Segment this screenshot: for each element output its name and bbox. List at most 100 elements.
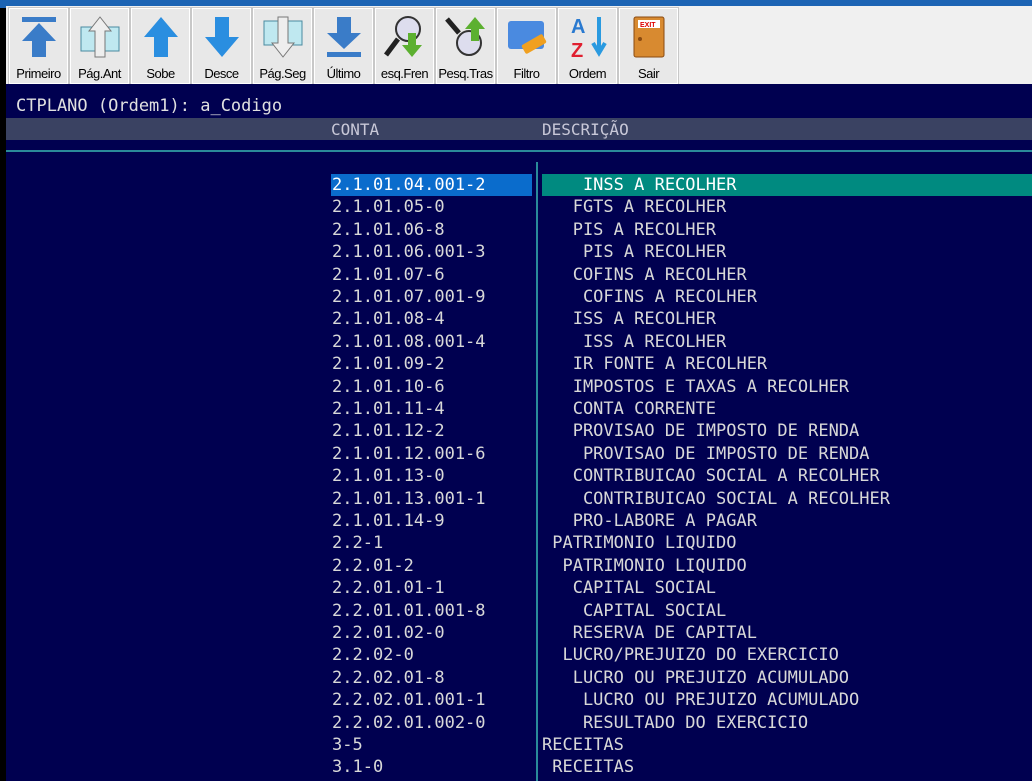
table-row[interactable]: 3.1-0 RECEITAS [6,756,1032,778]
cell-descricao: CONTRIBUICAO SOCIAL A RECOLHER [542,466,880,487]
cell-conta: 2.1.01.06.001-3 [332,242,486,263]
search-back-icon [444,17,485,56]
table-row[interactable]: 2.2.01.02-0 RESERVA DE CAPITAL [6,622,1032,644]
cell-conta: 2.2.02-0 [332,645,414,666]
cell-descricao: RECEITAS [542,735,624,755]
toolbar-button-label: Último [326,66,361,81]
toolbar-button-pesq-tras[interactable]: Pesq.Tras [435,7,496,85]
table-row[interactable]: 2.1.01.07.001-9 COFINS A RECOLHER [6,286,1032,308]
table-row[interactable]: 2.1.01.11-4 CONTA CORRENTE [6,398,1032,420]
table-row[interactable]: 2.1.01.08.001-4 ISS A RECOLHER [6,331,1032,353]
arrow-down-icon [204,17,239,57]
toolbar-button-label: esq.Fren [380,66,429,81]
cell-conta: 2.2.01.01-1 [332,578,445,599]
table-row[interactable]: 3-5 RECEITAS [6,734,1032,756]
cell-descricao: IR FONTE A RECOLHER [542,354,768,375]
cell-conta: 2.1.01.12-2 [332,421,445,442]
cell-conta: 2.1.01.12.001-6 [332,443,486,464]
search-forward-icon [383,16,422,57]
cell-conta: 2.1.01.11-4 [332,399,445,419]
cell-conta: 2.1.01.05-0 [332,197,445,218]
cell-conta: 2.1.01.10-6 [332,376,445,397]
exit-door-icon: EXIT [633,16,664,58]
cell-descricao: PATRIMONIO LIQUIDO [542,555,747,576]
table-row[interactable]: 2.2.01.01.001-8 CAPITAL SOCIAL [6,600,1032,622]
toolbar-button-label: Pág.Ant [78,66,121,81]
cell-conta: 2.2.01.01.001-8 [332,600,486,621]
cell-descricao: PATRIMONIO LIQUIDO [542,533,737,554]
table-row[interactable]: 2.2.01.01-1 CAPITAL SOCIAL [6,577,1032,599]
table-row[interactable]: 2.2.02.01-8 LUCRO OU PREJUIZO ACUMULADO [6,667,1032,689]
cell-descricao: PROVISAO DE IMPOSTO DE RENDA [542,443,870,464]
column-header-conta[interactable]: CONTA [331,120,379,139]
table-row[interactable]: 2.1.01.05-0 FGTS A RECOLHER [6,196,1032,218]
cell-conta: 2.1.01.13-0 [332,466,445,487]
toolbar-button-ordem[interactable]: A Z Ordem [557,7,618,85]
cell-descricao: PROVISAO DE IMPOSTO DE RENDA [542,421,860,442]
table-row[interactable]: 2.1.01.13.001-1 CONTRIBUICAO SOCIAL A RE… [6,488,1032,510]
cell-descricao: INSS A RECOLHER [542,174,1032,196]
table-row[interactable]: 2.1.01.10-6 IMPOSTOS E TAXAS A RECOLHER [6,376,1032,398]
toolbar-button-p-g-seg[interactable]: Pág.Seg [252,7,313,85]
cell-descricao: RECEITAS [542,757,635,778]
toolbar-button-filtro[interactable]: Filtro [496,7,557,85]
browse-grid[interactable]: CTPLANO (Ordem1): a_Codigo CONTA DESCRIÇ… [6,84,1032,781]
cell-conta: 2.1.01.08-4 [332,309,445,330]
table-row[interactable]: 2.1.01.12.001-6 PROVISAO DE IMPOSTO DE R… [6,443,1032,465]
cell-descricao: LUCRO OU PREJUIZO ACUMULADO [542,690,860,711]
header-divider [6,150,1032,152]
toolbar-button-label: Desce [204,66,239,81]
toolbar-button-p-g-ant[interactable]: Pág.Ant [69,7,130,85]
table-row[interactable]: 2.2-1 PATRIMONIO LIQUIDO [6,532,1032,554]
cell-conta: 2.1.01.07-6 [332,264,445,285]
toolbar-button-sair[interactable]: EXIT Sair [618,7,679,85]
table-row[interactable]: 2.1.01.04.001-2 INSS A RECOLHER [6,174,1032,196]
cell-conta: 2.1.01.06-8 [332,219,445,240]
cell-conta: 2.2.02.01-8 [332,667,445,688]
table-row[interactable]: 2.1.01.13-0 CONTRIBUICAO SOCIAL A RECOLH… [6,465,1032,487]
column-header-descricao[interactable]: DESCRIÇÃO [542,120,629,139]
cell-descricao: CONTRIBUICAO SOCIAL A RECOLHER [542,488,890,509]
toolbar-button-label: Ordem [568,66,607,81]
cell-conta: 2.1.01.08.001-4 [332,331,486,352]
cell-conta: 2.2.02.01.001-1 [332,690,486,711]
last-icon [326,17,361,57]
table-row[interactable]: 2.2.02-0 LUCRO/PREJUIZO DO EXERCICIO [6,644,1032,666]
cell-descricao: COFINS A RECOLHER [542,264,747,285]
cell-descricao: PIS A RECOLHER [542,219,716,240]
cell-descricao: LUCRO OU PREJUIZO ACUMULADO [542,667,850,688]
toolbar-button-desce[interactable]: Desce [191,7,252,85]
toolbar-button-label: Pesq.Tras [438,66,493,81]
cell-descricao: IMPOSTOS E TAXAS A RECOLHER [542,376,850,397]
page-down-icon [263,16,302,58]
toolbar-button-sobe[interactable]: Sobe [130,7,191,85]
toolbar-button-label: Primeiro [16,66,61,81]
table-row[interactable]: 2.1.01.06.001-3 PIS A RECOLHER [6,241,1032,263]
table-row[interactable]: 2.1.01.07-6 COFINS A RECOLHER [6,264,1032,286]
toolbar-button-primeiro[interactable]: Primeiro [8,7,69,85]
cell-descricao: CAPITAL SOCIAL [542,600,727,621]
table-row[interactable]: 2.1.01.14-9 PRO-LABORE A PAGAR [6,510,1032,532]
toolbar: Primeiro Pág.Ant Sobe Desce Pág.Seg Último esq… [6,6,1032,85]
table-row[interactable]: 2.1.01.09-2 IR FONTE A RECOLHER [6,353,1032,375]
table-row[interactable]: 2.1.01.06-8 PIS A RECOLHER [6,219,1032,241]
arrow-up-icon [143,17,178,57]
cell-descricao: CONTA CORRENTE [542,399,716,419]
table-row[interactable]: 2.2.02.01.002-0 RESULTADO DO EXERCICIO [6,712,1032,734]
table-row[interactable]: 2.2.02.01.001-1 LUCRO OU PREJUIZO ACUMUL… [6,689,1032,711]
cell-descricao: RESERVA DE CAPITAL [542,623,757,643]
cell-conta: 2.1.01.14-9 [332,511,445,531]
cell-conta: 2.1.01.13.001-1 [332,488,486,509]
cell-descricao: FGTS A RECOLHER [542,197,727,218]
toolbar-button--ltimo[interactable]: Último [313,7,374,85]
table-row[interactable]: 2.1.01.08-4 ISS A RECOLHER [6,308,1032,330]
cell-descricao: CAPITAL SOCIAL [542,578,716,599]
sort-az-icon: AZ [571,16,607,59]
svg-text:Z: Z [571,40,583,59]
svg-text:A: A [571,16,585,38]
toolbar-button-label: Sobe [146,66,175,81]
table-row[interactable]: 2.1.01.12-2 PROVISAO DE IMPOSTO DE RENDA [6,420,1032,442]
toolbar-button-esq-fren[interactable]: esq.Fren [374,7,435,85]
cell-conta: 2.2.02.01.002-0 [332,712,486,733]
table-row[interactable]: 2.2.01-2 PATRIMONIO LIQUIDO [6,555,1032,577]
